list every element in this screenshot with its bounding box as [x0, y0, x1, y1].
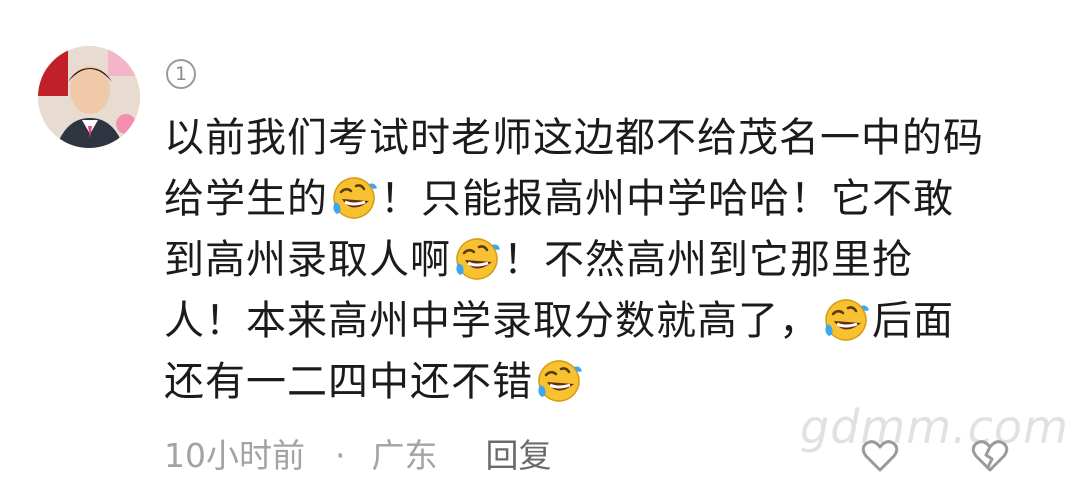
comment-card: 1 以前我们考试时老师这边都不给茂名一中的码 给学生的 ！只能报高州中学哈哈！它不… — [0, 0, 1065, 492]
meta-separator: · — [335, 436, 346, 475]
comment-line-text: 还有一二四中还不错 — [164, 359, 533, 405]
comment-text: 以前我们考试时老师这边都不给茂名一中的码 给学生的 ！只能报高州中学哈哈！它不敢 … — [164, 108, 1044, 413]
comment-line-text: 到高州录取人啊 — [164, 237, 451, 283]
comment-location: 广东 — [371, 436, 438, 475]
rofl-emoji-icon — [329, 172, 379, 222]
comment-line-text: 以前我们考试时老师这边都不给茂名一中的码 — [164, 115, 984, 161]
comment-line-text: 给学生的 — [164, 176, 328, 222]
comment-meta: 10小时前 · 广东 回复 — [164, 432, 552, 480]
comment-line-text: ！只能报高州中学哈哈！它不敢 — [380, 176, 954, 222]
comment-line-text: ！不然高州到它那里抢 — [503, 237, 913, 283]
floor-number-badge: 1 — [166, 59, 196, 89]
comment-line: 给学生的 ！只能报高州中学哈哈！它不敢 — [164, 169, 1044, 230]
user-avatar-photo-icon — [38, 46, 140, 148]
reply-button[interactable]: 回复 — [486, 432, 552, 480]
comment-line: 以前我们考试时老师这边都不给茂名一中的码 — [164, 108, 1044, 169]
heart-outline-icon[interactable] — [860, 436, 900, 476]
rofl-emoji-icon — [452, 233, 502, 283]
comment-line-text: 人！本来高州中学录取分数就高了， — [164, 298, 820, 344]
comment-line: 到高州录取人啊 ！不然高州到它那里抢 — [164, 230, 1044, 291]
comment-line: 还有一二四中还不错 — [164, 352, 1044, 413]
comment-time: 10小时前 — [164, 436, 305, 475]
rofl-emoji-icon — [821, 294, 871, 344]
user-avatar[interactable] — [38, 46, 140, 148]
broken-heart-icon[interactable] — [970, 436, 1010, 476]
rofl-emoji-icon — [534, 355, 584, 405]
comment-line: 人！本来高州中学录取分数就高了， 后面 — [164, 291, 1044, 352]
comment-line-text: 后面 — [872, 298, 954, 344]
